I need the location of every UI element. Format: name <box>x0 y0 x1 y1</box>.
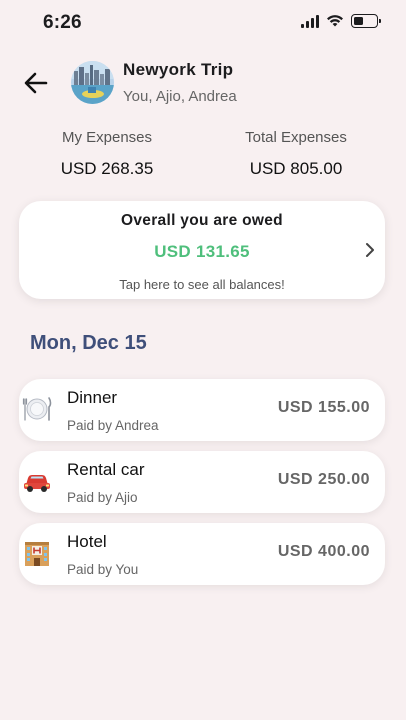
my-expenses-label: My Expenses <box>61 129 153 146</box>
total-expenses-label: Total Expenses <box>245 129 347 146</box>
group-screen: 6:26 Newyork Trip You, Ajio, Andrea My E… <box>0 0 406 720</box>
group-title: Newyork Trip <box>123 60 234 79</box>
wifi-icon <box>327 15 343 27</box>
status-bar: 6:26 <box>0 0 406 44</box>
expense-item-hotel[interactable]: Hotel Paid by You USD 400.00 <box>19 523 385 585</box>
group-photo-icon <box>71 61 114 104</box>
expense-name: Hotel <box>67 532 107 551</box>
status-icons <box>301 14 381 28</box>
chevron-right-icon <box>366 243 374 257</box>
owed-title: Overall you are owed <box>121 212 283 229</box>
arrow-left-icon <box>24 72 48 94</box>
battery-icon <box>351 14 381 28</box>
expense-amount: USD 250.00 <box>277 471 370 488</box>
my-expenses-summary: My Expenses USD 268.35 <box>22 129 192 179</box>
expense-amount: USD 155.00 <box>277 399 370 416</box>
expense-payer: Paid by Andrea <box>67 418 159 433</box>
expense-item-dinner[interactable]: Dinner Paid by Andrea USD 155.00 <box>19 379 385 441</box>
expense-payer: Paid by You <box>67 562 139 577</box>
total-expenses-summary: Total Expenses USD 805.00 <box>211 129 381 179</box>
hotel-icon <box>25 542 49 566</box>
car-icon <box>24 475 50 492</box>
group-avatar[interactable] <box>71 61 114 104</box>
dinner-plate-icon <box>22 397 52 421</box>
cellular-signal-icon <box>301 14 319 28</box>
expense-payer: Paid by Ajio <box>67 490 138 505</box>
back-button[interactable] <box>22 70 50 96</box>
total-expenses-value: USD 805.00 <box>249 159 343 178</box>
owed-hint: Tap here to see all balances! <box>119 277 285 292</box>
expense-amount: USD 400.00 <box>277 543 370 560</box>
balances-card[interactable]: Overall you are owed USD 131.65 Tap here… <box>19 201 385 299</box>
expense-item-rental-car[interactable]: Rental car Paid by Ajio USD 250.00 <box>19 451 385 513</box>
owed-amount: USD 131.65 <box>154 242 250 261</box>
group-members: You, Ajio, Andrea <box>123 88 237 105</box>
expense-name: Dinner <box>67 388 118 407</box>
expense-name: Rental car <box>67 460 145 479</box>
date-header: Mon, Dec 15 <box>30 332 147 354</box>
status-time: 6:26 <box>43 12 82 33</box>
my-expenses-value: USD 268.35 <box>60 159 154 178</box>
